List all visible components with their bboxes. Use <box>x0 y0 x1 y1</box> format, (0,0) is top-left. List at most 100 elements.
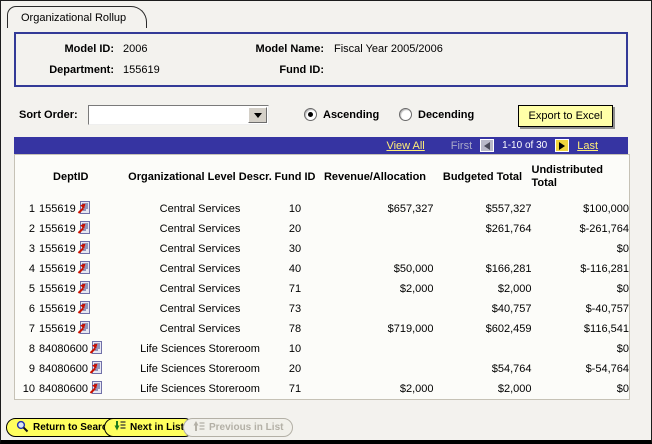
org-level-descr: Central Services <box>127 239 274 259</box>
undistributed-total-cell: $100,000 <box>532 199 630 219</box>
sort-order-value <box>93 109 248 122</box>
search-icon <box>16 420 29 436</box>
sort-order-dropdown[interactable] <box>88 105 269 125</box>
row-number: 5 <box>15 283 35 295</box>
row-number: 6 <box>15 303 35 315</box>
table-row: 4 155619 Central Services 40 $50,000 $16… <box>15 259 630 279</box>
model-id-value: 2006 <box>123 43 238 55</box>
revenue-allocation-cell: $50,000 <box>317 259 434 279</box>
row-number: 1 <box>15 203 35 215</box>
deptid-value: 155619 <box>39 203 76 215</box>
radio-decending-circle[interactable] <box>399 108 412 121</box>
table-row: 10 84080600 Life Sciences Storeroom 71 $… <box>15 379 630 400</box>
budgeted-total-cell: $557,327 <box>434 199 532 219</box>
radio-decending[interactable]: Decending <box>399 108 474 121</box>
fund-id-cell: 71 <box>274 379 317 400</box>
budgeted-total-cell: $261,764 <box>434 219 532 239</box>
revenue-allocation-cell <box>317 359 434 379</box>
budgeted-total-cell: $166,281 <box>434 259 532 279</box>
tab-label: Organizational Rollup <box>21 12 126 24</box>
table-row: 7 155619 Central Services 78 $719,000 $6… <box>15 319 630 339</box>
next-in-list-button[interactable]: Next in List <box>104 418 194 437</box>
revenue-allocation-cell <box>317 239 434 259</box>
budgeted-total-cell <box>434 339 532 359</box>
row-number: 10 <box>15 383 35 395</box>
tab-organizational-rollup[interactable]: Organizational Rollup <box>7 6 147 28</box>
drilldown-icon[interactable] <box>89 381 102 397</box>
row-number: 7 <box>15 323 35 335</box>
page-next-icon[interactable] <box>555 139 569 152</box>
next-in-list-icon <box>114 420 126 435</box>
table-row: 5 155619 Central Services 71 $2,000 $2,0… <box>15 279 630 299</box>
table-row: 1 155619 Central Services 10 $657,327 $5… <box>15 199 630 219</box>
col-header-budgeted: Budgeted Total <box>434 155 532 200</box>
export-to-excel-button[interactable]: Export to Excel <box>518 105 613 127</box>
drilldown-icon[interactable] <box>77 281 90 297</box>
revenue-allocation-cell: $657,327 <box>317 199 434 219</box>
table-row: 9 84080600 Life Sciences Storeroom 20 $5… <box>15 359 630 379</box>
drilldown-icon[interactable] <box>77 241 90 257</box>
row-number: 3 <box>15 243 35 255</box>
drilldown-icon[interactable] <box>77 221 90 237</box>
model-id-label: Model ID: <box>24 43 114 55</box>
undistributed-total-cell: $116,541 <box>532 319 630 339</box>
rollup-grid: DeptID Organizational Level Descr. Fund … <box>14 154 630 400</box>
undistributed-total-cell: $-116,281 <box>532 259 630 279</box>
budgeted-total-cell: $40,757 <box>434 299 532 319</box>
radio-ascending-label: Ascending <box>323 109 379 121</box>
deptid-value: 84080600 <box>39 343 88 355</box>
col-header-fund-id: Fund ID <box>274 155 317 200</box>
drilldown-icon[interactable] <box>89 361 102 377</box>
first-link-disabled: First <box>451 140 472 152</box>
drilldown-icon[interactable] <box>77 201 90 217</box>
fund-id-cell: 10 <box>274 339 317 359</box>
model-name-label: Model Name: <box>238 43 324 55</box>
revenue-allocation-cell: $2,000 <box>317 279 434 299</box>
undistributed-total-cell: $0 <box>532 339 630 359</box>
drilldown-icon[interactable] <box>89 341 102 357</box>
deptid-value: 155619 <box>39 223 76 235</box>
revenue-allocation-cell: $719,000 <box>317 319 434 339</box>
department-label: Department: <box>24 64 114 76</box>
deptid-value: 155619 <box>39 303 76 315</box>
drilldown-icon[interactable] <box>77 301 90 317</box>
col-header-undistributed: Undistributed Total <box>532 155 630 200</box>
previous-in-list-icon <box>193 420 205 435</box>
fund-id-cell: 78 <box>274 319 317 339</box>
department-value: 155619 <box>123 64 238 76</box>
view-all-link[interactable]: View All <box>386 140 424 152</box>
page-prev-icon <box>480 139 494 152</box>
revenue-allocation-cell <box>317 299 434 319</box>
undistributed-total-cell: $-54,764 <box>532 359 630 379</box>
dropdown-arrow-icon[interactable] <box>248 107 267 123</box>
undistributed-total-cell: $0 <box>532 379 630 400</box>
model-name-value: Fiscal Year 2005/2006 <box>334 43 443 55</box>
drilldown-icon[interactable] <box>77 261 90 277</box>
undistributed-total-cell: $-40,757 <box>532 299 630 319</box>
row-number: 2 <box>15 223 35 235</box>
model-info-groupbox: Model ID: 2006 Model Name: Fiscal Year 2… <box>14 32 628 87</box>
grid-header-row: DeptID Organizational Level Descr. Fund … <box>15 155 630 200</box>
radio-ascending[interactable]: Ascending <box>304 108 379 121</box>
budgeted-total-cell <box>434 239 532 259</box>
budgeted-total-cell: $2,000 <box>434 379 532 400</box>
previous-in-list-label: Previous in List <box>209 422 283 433</box>
model-info-row-1: Model ID: 2006 Model Name: Fiscal Year 2… <box>16 43 626 55</box>
page-range-text: 1-10 of 30 <box>502 140 547 151</box>
fund-id-label: Fund ID: <box>238 64 324 76</box>
model-info-row-2: Department: 155619 Fund ID: <box>16 64 626 76</box>
col-header-revenue: Revenue/Allocation <box>317 155 434 200</box>
deptid-value: 155619 <box>39 263 76 275</box>
undistributed-total-cell: $0 <box>532 239 630 259</box>
budgeted-total-cell: $54,764 <box>434 359 532 379</box>
radio-ascending-circle[interactable] <box>304 108 317 121</box>
row-number: 8 <box>15 343 35 355</box>
grid-pager-bar: View All First 1-10 of 30 Last <box>14 137 628 154</box>
org-level-descr: Central Services <box>127 319 274 339</box>
fund-id-cell: 30 <box>274 239 317 259</box>
deptid-value: 155619 <box>39 323 76 335</box>
table-row: 2 155619 Central Services 20 $261,764 $-… <box>15 219 630 239</box>
drilldown-icon[interactable] <box>77 321 90 337</box>
last-link[interactable]: Last <box>577 140 598 152</box>
organizational-rollup-page: Organizational Rollup Model ID: 2006 Mod… <box>0 0 652 444</box>
